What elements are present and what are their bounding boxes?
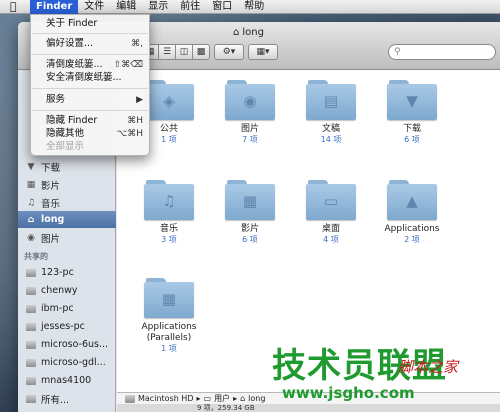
menu-item-services[interactable]: 服务 ▶ bbox=[31, 94, 149, 106]
path-separator-icon: ▸ bbox=[233, 394, 238, 403]
sidebar-item-movies[interactable]: ▦ 影片 bbox=[18, 176, 116, 193]
applications-icon: ▲ bbox=[387, 180, 437, 220]
menu-separator bbox=[32, 88, 148, 89]
folder-icon: ▭ bbox=[203, 394, 212, 403]
sidebar-shared-item[interactable]: 所有... bbox=[18, 390, 116, 407]
menu-item-show-all: 全部显示 bbox=[46, 141, 85, 152]
toolbar: ▦ ☰ ◫ ▩ ⚙▾ ▦▾ bbox=[141, 44, 278, 60]
path-segment[interactable]: 用户 bbox=[214, 393, 230, 404]
chevron-right-icon: ▶ bbox=[136, 95, 143, 105]
windows-icon: ▦ bbox=[144, 278, 194, 318]
list-view-button[interactable]: ☰ bbox=[158, 44, 176, 60]
sidebar-shared-item[interactable]: microso-6us... bbox=[18, 336, 116, 353]
menu-file[interactable]: 文件 bbox=[78, 0, 110, 14]
search-icon: ⚲ bbox=[394, 47, 401, 57]
sidebar-shared-item[interactable]: mnas4100 bbox=[18, 372, 116, 389]
network-computer-icon bbox=[26, 322, 36, 331]
sidebar-shared-item[interactable]: jesses-pc bbox=[18, 318, 116, 335]
film-icon: ▦ bbox=[26, 179, 36, 190]
apple-icon[interactable]:  bbox=[10, 0, 24, 13]
view-switcher: ▦ ☰ ◫ ▩ bbox=[141, 44, 210, 60]
folder-item[interactable]: ▦ 影片 6 项 bbox=[215, 180, 285, 245]
watermark-url: www.jsgho.com bbox=[282, 384, 415, 402]
menu-view[interactable]: 显示 bbox=[142, 0, 174, 14]
camera-icon: ◉ bbox=[27, 232, 35, 243]
menu-item-preferences[interactable]: 偏好设置... ⌘, bbox=[31, 38, 149, 50]
sidebar-shared-header: 共享的 bbox=[24, 252, 48, 261]
hard-drive-icon bbox=[125, 394, 135, 403]
menu-go[interactable]: 前往 bbox=[174, 0, 206, 14]
folder-item[interactable]: ♫ 音乐 3 项 bbox=[134, 180, 204, 245]
search-input[interactable]: ⚲ bbox=[388, 44, 496, 60]
gear-icon: ⚙▾ bbox=[222, 47, 236, 57]
music-icon: ♫ bbox=[26, 197, 36, 208]
sidebar-shared-item[interactable]: microso-gdl... bbox=[18, 354, 116, 371]
menu-separator bbox=[32, 110, 148, 111]
home-icon: ⌂ bbox=[233, 27, 240, 38]
folder-item[interactable]: ▼ 下载 6 项 bbox=[377, 80, 447, 145]
path-separator-icon: ▸ bbox=[196, 394, 201, 403]
film-icon: ▦ bbox=[225, 180, 275, 220]
menu-item-secure-empty-trash[interactable]: 安全清倒废纸篓... bbox=[31, 72, 149, 84]
menu-bar:  Finder 文件 编辑 显示 前往 窗口 帮助 bbox=[0, 0, 500, 14]
menu-item-about-finder[interactable]: 关于 Finder bbox=[31, 18, 149, 30]
status-bar: 9 项，259.34 GB bbox=[117, 404, 500, 412]
menu-finder[interactable]: Finder bbox=[30, 0, 79, 14]
column-view-button[interactable]: ◫ bbox=[175, 44, 193, 60]
grid-icon: ▦▾ bbox=[256, 47, 270, 57]
finder-menu-dropdown: 关于 Finder 偏好设置... ⌘, 清倒废纸篓... ⇧⌘⌫ 安全清倒废纸… bbox=[30, 14, 150, 156]
download-icon: ▼ bbox=[27, 161, 35, 172]
folder-item[interactable]: ▤ 文稿 14 项 bbox=[296, 80, 366, 145]
network-computer-icon bbox=[26, 286, 36, 295]
sidebar-item-home[interactable]: ⌂ long bbox=[18, 211, 116, 228]
sidebar-item-music[interactable]: ♫ 音乐 bbox=[18, 194, 116, 211]
menu-item-empty-trash[interactable]: 清倒废纸篓... ⇧⌘⌫ bbox=[31, 59, 149, 71]
action-gear-button[interactable]: ⚙▾ bbox=[214, 44, 244, 60]
arrange-button[interactable]: ▦▾ bbox=[248, 44, 278, 60]
camera-icon: ◉ bbox=[225, 80, 275, 120]
network-computer-icon bbox=[26, 340, 36, 349]
window-title: ⌂ long bbox=[233, 27, 264, 38]
sidebar-shared-item[interactable]: chenwy bbox=[18, 282, 116, 299]
folder-item[interactable]: ▭ 桌面 4 项 bbox=[296, 180, 366, 245]
folder-item[interactable]: ▲ Applications 2 项 bbox=[377, 180, 447, 245]
menu-window[interactable]: 窗口 bbox=[206, 0, 238, 14]
menu-edit[interactable]: 编辑 bbox=[110, 0, 142, 14]
folder-item[interactable]: ◉ 图片 7 项 bbox=[215, 80, 285, 145]
network-computer-icon bbox=[26, 268, 36, 277]
network-computer-icon bbox=[26, 376, 36, 385]
network-computer-icon bbox=[26, 304, 36, 313]
path-segment[interactable]: long bbox=[248, 394, 265, 403]
menu-help[interactable]: 帮助 bbox=[238, 0, 270, 14]
menu-item-hide-others[interactable]: 隐藏其他 ⌥⌘H bbox=[31, 128, 149, 140]
sidebar-item-downloads[interactable]: ▼ 下载 bbox=[18, 158, 116, 175]
watermark-side-text: 脚本之家 bbox=[398, 358, 459, 376]
sidebar-shared-item[interactable]: ibm-pc bbox=[18, 300, 116, 317]
document-icon: ▤ bbox=[306, 80, 356, 120]
folder-item[interactable]: ▦ Applications (Parallels) 1 项 bbox=[134, 278, 204, 354]
music-icon: ♫ bbox=[144, 180, 194, 220]
coverflow-view-button[interactable]: ▩ bbox=[192, 44, 210, 60]
sidebar-item-pictures[interactable]: ◉ 图片 bbox=[18, 229, 116, 246]
public-icon: ◈ bbox=[144, 80, 194, 120]
path-segment[interactable]: Macintosh HD bbox=[138, 394, 193, 403]
sidebar-shared-item[interactable]: 123-pc bbox=[18, 264, 116, 281]
network-computer-icon bbox=[26, 358, 36, 367]
menu-item-hide-finder[interactable]: 隐藏 Finder ⌘H bbox=[31, 115, 149, 127]
menu-separator bbox=[32, 54, 148, 55]
home-icon: ⌂ bbox=[240, 394, 246, 403]
download-icon: ▼ bbox=[387, 80, 437, 120]
home-icon: ⌂ bbox=[27, 214, 35, 225]
network-computer-icon bbox=[26, 394, 36, 403]
desktop-icon: ▭ bbox=[306, 180, 356, 220]
menu-separator bbox=[32, 33, 148, 34]
